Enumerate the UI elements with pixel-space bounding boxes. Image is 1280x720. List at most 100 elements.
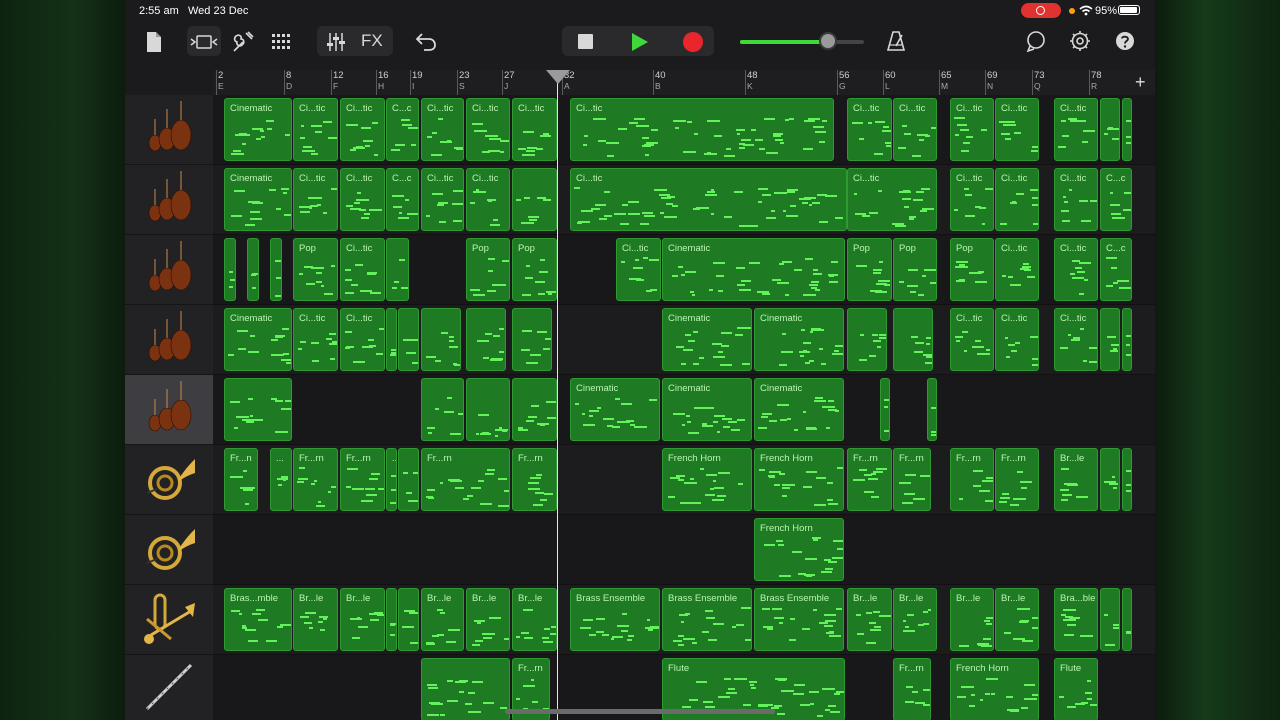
midi-region[interactable]: Ci...tic — [340, 98, 385, 161]
midi-region[interactable] — [1122, 448, 1132, 511]
document-icon[interactable] — [145, 31, 163, 53]
midi-region[interactable]: Br...le — [847, 588, 892, 651]
midi-region[interactable]: Brass Ensemble — [662, 588, 752, 651]
playhead-handle[interactable] — [546, 70, 570, 84]
midi-region[interactable]: Ci...tic — [1054, 98, 1098, 161]
midi-region[interactable]: Ci...tic — [340, 308, 385, 371]
track-header-strings[interactable] — [125, 235, 213, 305]
midi-region[interactable]: C...c — [386, 168, 419, 231]
midi-region[interactable] — [1100, 588, 1120, 651]
midi-region[interactable] — [466, 378, 510, 441]
midi-region[interactable]: Ci...tic — [995, 168, 1039, 231]
track-header-flute[interactable] — [125, 655, 213, 720]
midi-region[interactable] — [224, 238, 236, 301]
midi-region[interactable]: Br...le — [421, 588, 464, 651]
midi-region[interactable] — [421, 308, 461, 371]
midi-region[interactable]: Cinematic — [754, 378, 844, 441]
midi-region[interactable] — [398, 308, 419, 371]
midi-region[interactable]: Flute — [1054, 658, 1098, 720]
midi-region[interactable] — [247, 238, 259, 301]
midi-region[interactable]: Cinematic — [224, 308, 292, 371]
midi-region[interactable]: Fr...rn — [421, 448, 510, 511]
midi-region[interactable] — [512, 378, 557, 441]
midi-region[interactable]: Cinematic — [662, 378, 752, 441]
midi-region[interactable]: Fr...rn — [950, 448, 994, 511]
midi-region[interactable]: Ci...tic — [995, 308, 1039, 371]
screen-record-icon[interactable] — [1021, 3, 1061, 18]
track-header-french-horn[interactable] — [125, 515, 213, 585]
midi-region[interactable]: Br...le — [512, 588, 557, 651]
midi-region[interactable]: Ci...tic — [950, 308, 994, 371]
midi-region[interactable]: Ci...tic — [893, 98, 937, 161]
midi-region[interactable]: Pop — [847, 238, 892, 301]
midi-region[interactable] — [421, 658, 510, 720]
midi-region[interactable]: ... — [270, 448, 292, 511]
midi-region[interactable]: Cinematic — [570, 378, 660, 441]
midi-region[interactable] — [512, 168, 557, 231]
midi-region[interactable]: Ci...tic — [847, 98, 892, 161]
midi-region[interactable]: C...c — [1100, 168, 1132, 231]
master-volume-knob[interactable] — [819, 32, 837, 50]
metronome-icon[interactable] — [886, 30, 906, 52]
midi-region[interactable]: Fr...rn — [293, 448, 338, 511]
midi-region[interactable]: Br...le — [950, 588, 994, 651]
midi-region[interactable]: Br...le — [340, 588, 385, 651]
midi-region[interactable] — [386, 238, 409, 301]
midi-region[interactable]: Br...le — [466, 588, 510, 651]
instrument-icon[interactable] — [231, 30, 255, 54]
midi-region[interactable]: Cinematic — [224, 168, 292, 231]
midi-region[interactable]: Ci...tic — [512, 98, 557, 161]
midi-region[interactable] — [398, 448, 419, 511]
midi-region[interactable]: Fr...rn — [847, 448, 892, 511]
midi-region[interactable] — [847, 308, 887, 371]
add-section-button[interactable]: + — [1135, 72, 1146, 93]
midi-region[interactable]: Ci...tic — [421, 98, 464, 161]
midi-region[interactable]: Ci...tic — [1054, 238, 1098, 301]
mixer-icon[interactable] — [325, 31, 347, 53]
midi-region[interactable]: Ci...tic — [293, 308, 338, 371]
midi-region[interactable]: Ci...tic — [616, 238, 661, 301]
midi-region[interactable] — [1122, 588, 1132, 651]
midi-region[interactable]: Ci...tic — [847, 168, 937, 231]
track-header-strings[interactable] — [125, 375, 213, 445]
midi-region[interactable]: French Horn — [950, 658, 1039, 720]
midi-region[interactable]: Ci...tic — [466, 168, 510, 231]
track-header-strings[interactable] — [125, 165, 213, 235]
midi-region[interactable] — [880, 378, 890, 441]
settings-icon[interactable] — [1069, 30, 1091, 52]
midi-region[interactable]: Ci...tic — [293, 168, 338, 231]
midi-region[interactable]: Fr...rn — [893, 658, 931, 720]
midi-region[interactable]: Fr...rn — [893, 448, 931, 511]
midi-region[interactable]: Bras...mble — [224, 588, 292, 651]
midi-region[interactable]: Ci...tic — [340, 238, 385, 301]
midi-region[interactable] — [1122, 308, 1132, 371]
midi-region[interactable]: Cinematic — [224, 98, 292, 161]
midi-region[interactable]: Fr...n — [224, 448, 258, 511]
midi-region[interactable]: Pop — [893, 238, 937, 301]
midi-region[interactable] — [1122, 98, 1132, 161]
midi-region[interactable]: Cinematic — [754, 308, 844, 371]
midi-region[interactable]: French Horn — [754, 448, 844, 511]
midi-region[interactable]: Br...le — [995, 588, 1039, 651]
midi-region[interactable] — [398, 588, 419, 651]
midi-region[interactable]: Cinematic — [662, 308, 752, 371]
midi-region[interactable]: Br...le — [893, 588, 937, 651]
midi-region[interactable] — [386, 588, 397, 651]
midi-region[interactable]: Fr...rn — [512, 448, 557, 511]
midi-region[interactable]: Brass Ensemble — [570, 588, 660, 651]
midi-region[interactable]: Pop — [950, 238, 994, 301]
track-header-strings[interactable] — [125, 305, 213, 375]
midi-region[interactable]: Ci...tic — [466, 98, 510, 161]
track-header-brass[interactable] — [125, 585, 213, 655]
midi-region[interactable]: Ci...tic — [293, 98, 338, 161]
midi-region[interactable]: Pop — [293, 238, 338, 301]
midi-region[interactable] — [421, 378, 464, 441]
midi-region[interactable] — [1100, 98, 1120, 161]
midi-region[interactable]: Ci...tic — [340, 168, 385, 231]
record-button[interactable] — [683, 32, 703, 52]
midi-region[interactable]: Br...le — [1054, 448, 1098, 511]
midi-region[interactable] — [270, 238, 282, 301]
midi-region[interactable] — [927, 378, 937, 441]
midi-region[interactable]: Ci...tic — [1054, 308, 1098, 371]
midi-region[interactable]: Fr...rn — [340, 448, 385, 511]
